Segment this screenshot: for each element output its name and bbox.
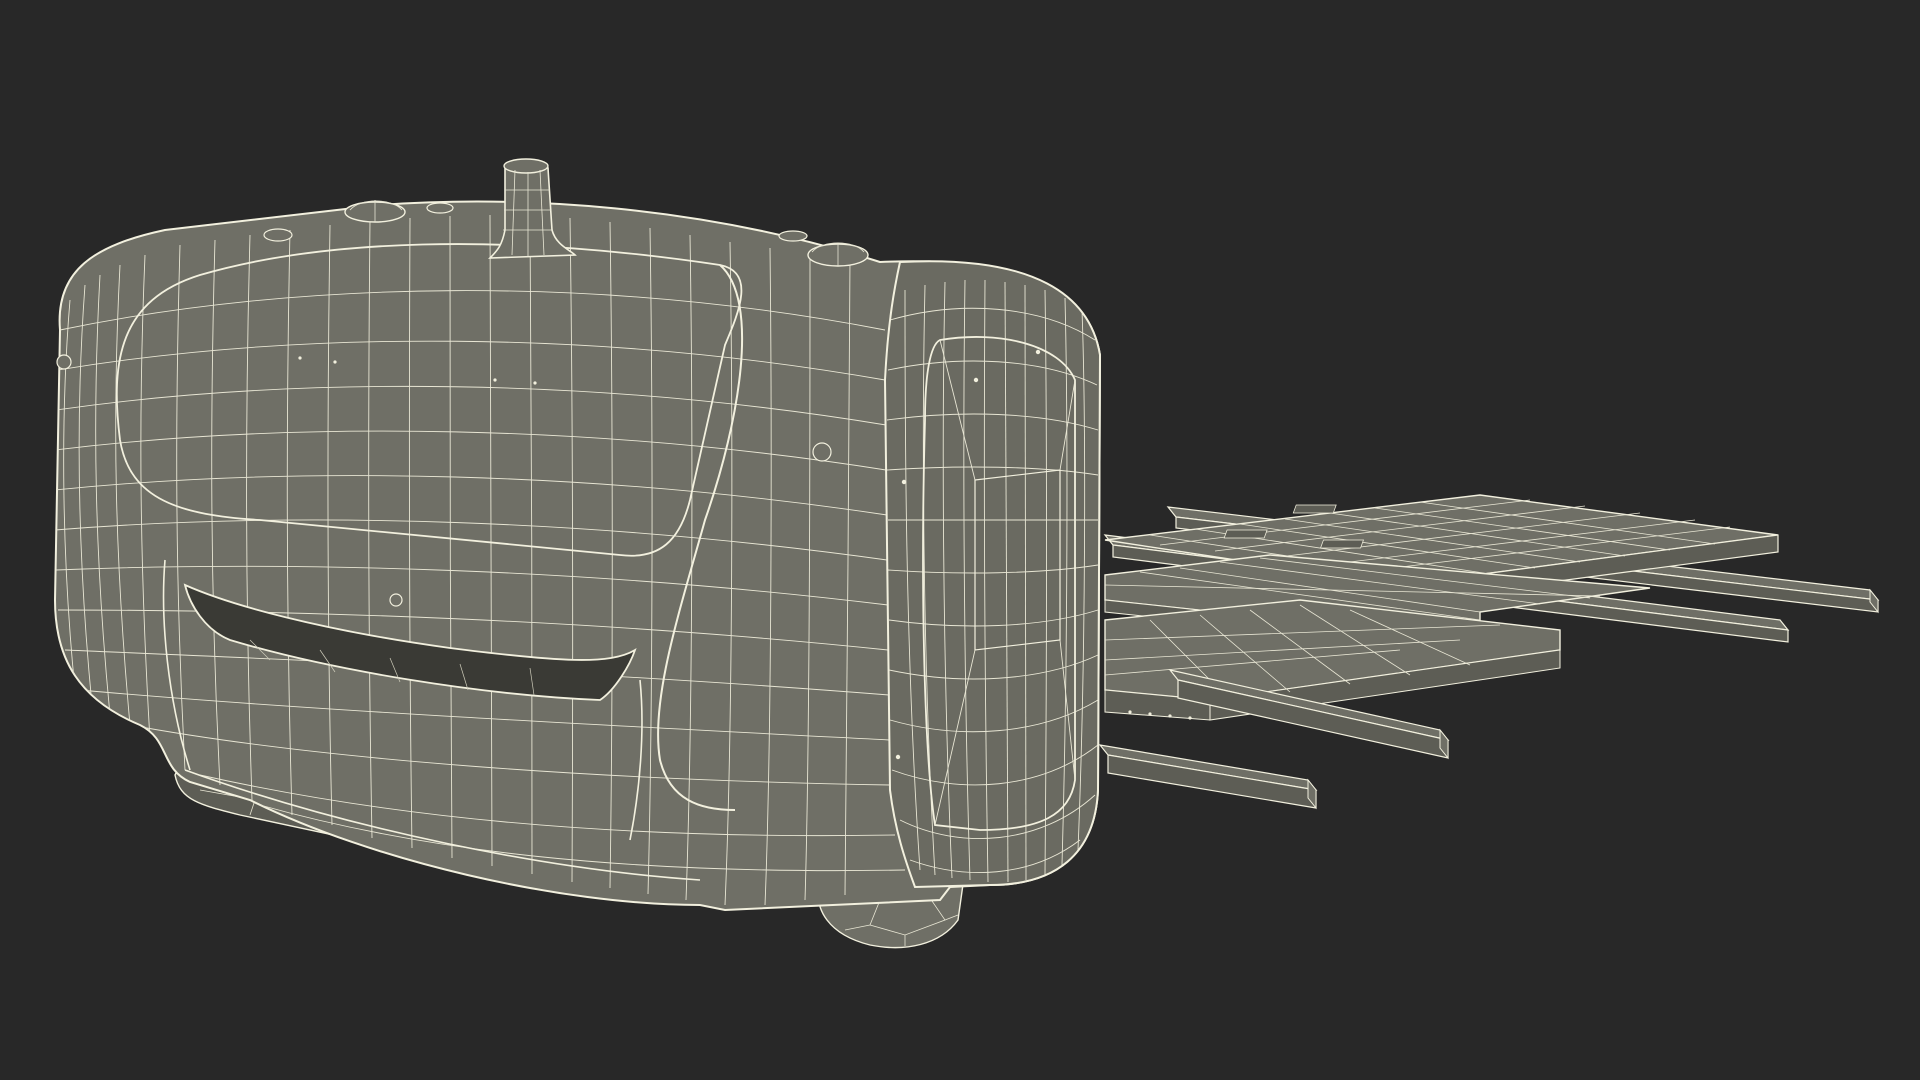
sensor-dome-small xyxy=(426,202,454,214)
sensor-pod-back xyxy=(263,228,293,242)
fork-platform xyxy=(1098,494,1880,810)
fork-prong-front-lower xyxy=(1098,744,1318,810)
sensor-dome-mid xyxy=(778,230,808,242)
fork-lower-deck xyxy=(1104,599,1561,721)
sensor-dome-right xyxy=(807,242,869,267)
render-viewport xyxy=(0,0,1920,1080)
wireframe-render xyxy=(53,158,1880,949)
front-face xyxy=(885,261,1100,888)
